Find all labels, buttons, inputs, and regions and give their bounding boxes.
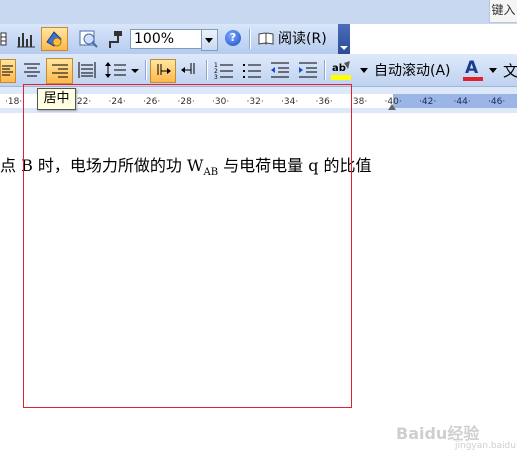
distribute-icon[interactable] <box>78 61 96 79</box>
format-painter-icon[interactable] <box>106 29 124 49</box>
highlight-dropdown-arrow[interactable] <box>360 68 368 73</box>
columns-icon[interactable] <box>0 31 8 47</box>
svg-text:3: 3 <box>214 74 218 79</box>
align-right-button[interactable] <box>46 58 73 84</box>
ruler-tick-label: ·18· <box>5 97 23 107</box>
auto-scroll-button[interactable]: 自动滚动(A) <box>374 60 451 82</box>
read-button-label: 阅读(R) <box>278 31 327 47</box>
highlight-icon[interactable]: ab <box>330 59 354 81</box>
align-left-icon <box>2 65 13 76</box>
line-spacing-icon[interactable] <box>104 61 140 79</box>
window-top-strip: 键入 <box>0 0 517 24</box>
toolbar-divider <box>249 29 250 49</box>
ruler-tick-label: ·38· <box>350 97 368 107</box>
bullets-icon[interactable] <box>242 61 262 79</box>
ltr-icon <box>157 64 171 75</box>
overflow-arrow <box>340 46 348 50</box>
ruler-tick-label: ·46· <box>488 97 506 107</box>
increase-indent-icon[interactable] <box>298 61 318 79</box>
font-color-icon[interactable]: A <box>462 58 484 82</box>
read-button[interactable]: 阅读(R) <box>256 28 334 50</box>
drawing-button[interactable] <box>41 27 68 51</box>
annotation-rectangle <box>23 84 352 408</box>
svg-text:ab: ab <box>332 63 346 74</box>
toolbar-divider <box>145 60 146 80</box>
watermark-url: jingyan.baidu.com <box>455 441 517 451</box>
ruler-tick-label: ·44· <box>453 97 471 107</box>
toolbar-divider <box>324 60 325 80</box>
zoom-dropdown-button[interactable] <box>201 29 218 51</box>
book-icon <box>258 32 274 45</box>
font-color-swatch <box>463 77 483 81</box>
ruler-tick-label: ·42· <box>419 97 437 107</box>
font-color-dropdown-arrow[interactable] <box>489 68 497 73</box>
ltr-button[interactable] <box>150 59 176 83</box>
toolbar-divider <box>206 60 207 80</box>
rtl-icon[interactable] <box>180 62 198 78</box>
chart-icon[interactable] <box>15 29 37 49</box>
zoom-input[interactable]: 100% <box>130 29 209 49</box>
preview-icon[interactable] <box>78 29 100 49</box>
word-window: 键入 100% ? 阅读(R) 1 2 3 ab 自动滚动(A) A 文 ·18… <box>0 0 517 467</box>
decrease-indent-icon[interactable] <box>270 61 290 79</box>
numbering-icon[interactable]: 1 2 3 <box>214 61 234 79</box>
align-center-icon[interactable] <box>23 62 41 78</box>
drawing-icon <box>46 31 62 47</box>
help-icon[interactable]: ? <box>225 30 241 46</box>
font-color-letter: A <box>465 58 479 78</box>
svg-text:文: 文 <box>503 62 517 80</box>
align-left-button[interactable] <box>0 59 16 83</box>
phonetic-guide-icon[interactable]: 文 <box>503 60 517 80</box>
keyboard-hint: 键入 <box>489 0 517 23</box>
right-indent-marker[interactable] <box>388 104 396 110</box>
align-right-icon <box>52 64 68 78</box>
